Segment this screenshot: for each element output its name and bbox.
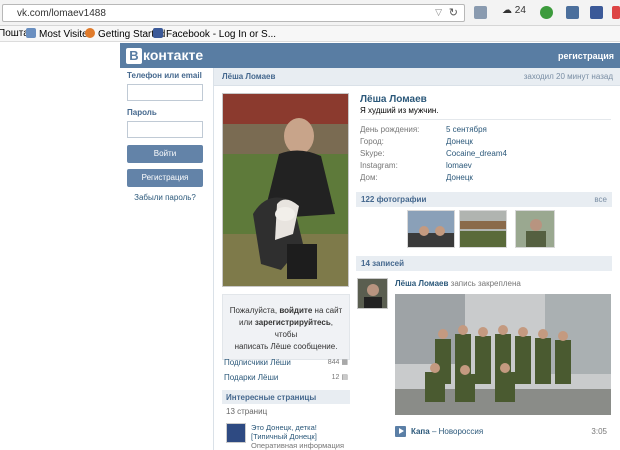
bookmark-facebook[interactable]: Facebook - Log In or S... xyxy=(153,28,276,40)
firefox-icon xyxy=(85,28,95,38)
photo-thumb-image xyxy=(408,211,454,247)
followers-count: 844 ▦ xyxy=(327,359,348,366)
skype-link[interactable]: Cocaine_dream4 xyxy=(446,149,507,158)
register-link[interactable]: зарегистрируйтесь xyxy=(255,318,331,327)
city-link[interactable]: Донецк xyxy=(446,137,473,146)
photo-thumb-image xyxy=(460,211,506,247)
phone-input[interactable] xyxy=(127,84,203,101)
audio-title[interactable]: Капа – Новороссия xyxy=(411,427,483,436)
dropdown-arrow-icon[interactable]: ▽ xyxy=(435,7,442,18)
profile-photo-image xyxy=(223,94,348,286)
green-globe-icon[interactable] xyxy=(540,6,553,19)
profile-name-bar: Лёша Ломаев заходил 20 минут назад xyxy=(214,68,620,86)
weather-temp: 24 xyxy=(514,5,526,16)
header-register-link[interactable]: регистрация xyxy=(558,51,614,61)
browser-toolbar: vk.com/lomaev1488 ▽ ↻ ☁ 24 xyxy=(0,0,620,26)
vk-header: Вконтакте регистрация xyxy=(120,43,620,68)
bookmarks-bar: Пошта Most Visited Getting Started Faceb… xyxy=(0,26,620,42)
photo-thumb[interactable] xyxy=(407,210,455,248)
gifts-count: 12 ▤ xyxy=(331,374,348,381)
guest-message-box: Пожалуйста, войдите на сайт или зарегист… xyxy=(222,294,350,360)
profile-name: Лёша Ломаев xyxy=(360,94,427,105)
password-input[interactable] xyxy=(127,121,203,138)
post-photo-image xyxy=(395,294,611,415)
vk-logo[interactable]: Вконтакте xyxy=(126,47,203,64)
photo-thumb-image xyxy=(516,211,554,247)
vk-extension-icon[interactable] xyxy=(566,6,579,19)
most-visited-icon xyxy=(26,28,36,38)
audio-duration: 3:05 xyxy=(591,427,607,436)
post-photo[interactable] xyxy=(395,294,611,415)
interesting-pages-header[interactable]: Интересные страницы xyxy=(222,390,350,404)
interesting-pages-count: 13 страниц xyxy=(226,407,268,416)
audio-track[interactable]: Капа – Новороссия 3:05 xyxy=(395,426,611,438)
group-avatar xyxy=(226,423,246,443)
phone-label: Телефон или email xyxy=(127,71,202,80)
post-author-avatar[interactable] xyxy=(357,278,388,309)
photo-thumb[interactable] xyxy=(459,210,507,248)
address-bar[interactable]: vk.com/lomaev1488 ▽ ↻ xyxy=(2,4,465,22)
profile-status: Я худший из мужчин. xyxy=(360,106,439,115)
photos-header[interactable]: 122 фотографии все xyxy=(356,192,612,207)
wall-header[interactable]: 14 записей xyxy=(356,256,612,271)
divider xyxy=(360,119,611,120)
url-text: vk.com/lomaev1488 xyxy=(17,8,106,19)
post-author[interactable]: Лёша Ломаев запись закреплена xyxy=(395,279,521,288)
instagram-link[interactable]: lomaev xyxy=(446,161,472,170)
bookmark-mail[interactable]: Пошта xyxy=(0,28,29,39)
reload-icon[interactable]: ↻ xyxy=(449,6,458,19)
facebook-icon[interactable] xyxy=(590,6,603,19)
weather-widget[interactable]: ☁ 24 xyxy=(502,5,526,16)
group-item[interactable]: Это Донецк, детка! [Типичный Донецк] Опе… xyxy=(226,423,350,450)
play-icon[interactable] xyxy=(395,426,406,437)
password-label: Пароль xyxy=(127,108,157,117)
register-button[interactable]: Регистрация xyxy=(127,169,203,187)
extension-icon[interactable] xyxy=(474,6,487,19)
profile-photo[interactable] xyxy=(222,93,349,287)
pinned-label: запись закреплена xyxy=(450,279,521,288)
login-button[interactable]: Войти xyxy=(127,145,203,163)
post-author-avatar-image xyxy=(358,279,387,308)
gmail-icon[interactable] xyxy=(612,6,620,19)
followers-link[interactable]: Подписчики Лёши 844 ▦ xyxy=(224,358,348,367)
birthday-link[interactable]: 5 сентября xyxy=(446,125,487,134)
login-form: Телефон или email Пароль Войти Регистрац… xyxy=(127,71,205,202)
facebook-bookmark-icon xyxy=(153,28,163,38)
forgot-password-link[interactable]: Забыли пароль? xyxy=(127,193,203,202)
photos-all-link[interactable]: все xyxy=(594,195,607,204)
bookmark-most-visited[interactable]: Most Visited xyxy=(26,28,93,40)
profile-content: Лёша Ломаев заходил 20 минут назад Пожал… xyxy=(213,68,620,450)
last-seen: заходил 20 минут назад xyxy=(523,72,613,81)
photo-thumb[interactable] xyxy=(515,210,555,248)
group-text: Это Донецк, детка! [Типичный Донецк] Опе… xyxy=(251,423,345,450)
login-link[interactable]: войдите xyxy=(279,306,312,315)
gifts-link[interactable]: Подарки Лёши 12 ▤ xyxy=(224,373,348,382)
name-bar-title: Лёша Ломаев xyxy=(222,72,276,81)
home-link[interactable]: Донецк xyxy=(446,173,473,182)
